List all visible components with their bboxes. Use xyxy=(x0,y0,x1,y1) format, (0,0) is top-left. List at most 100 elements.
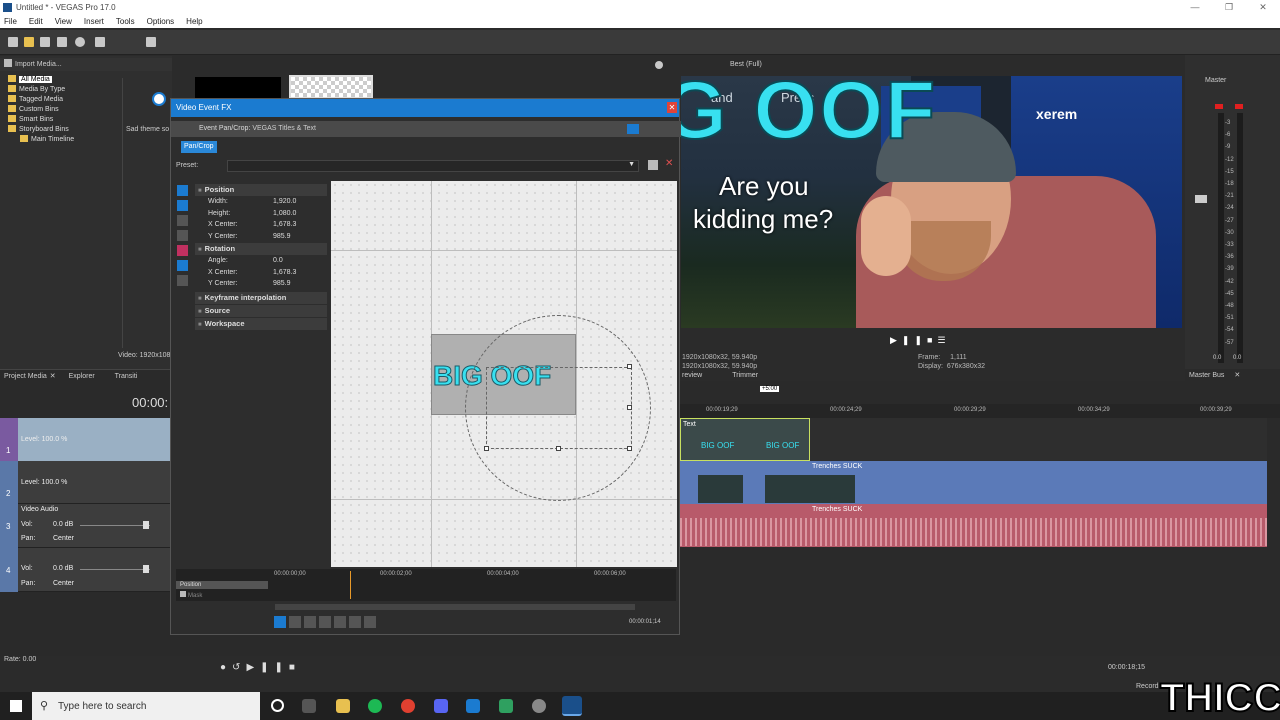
keyframe-cursor[interactable] xyxy=(350,571,351,599)
normal-edit-tool-icon[interactable] xyxy=(177,185,188,196)
close-icon[interactable]: ✕ xyxy=(50,373,56,380)
task-view-icon[interactable] xyxy=(302,699,316,713)
keyframe-scrollbar[interactable] xyxy=(275,604,635,610)
tree-item-storyboard-bins[interactable]: Storyboard Bins xyxy=(8,125,74,135)
tab-transitions[interactable]: Transiti xyxy=(115,373,138,380)
menu-file[interactable]: File xyxy=(4,15,17,28)
prop-value[interactable]: 1,080.0 xyxy=(273,208,296,220)
windows-start-icon[interactable] xyxy=(10,700,22,712)
track-header-1[interactable]: 1 Level: 100.0 % xyxy=(0,418,172,461)
track-lane-text[interactable]: Text BIG OOF BIG OOF xyxy=(680,418,1267,461)
save-preset-icon[interactable] xyxy=(648,160,658,170)
resize-handle[interactable] xyxy=(627,405,632,410)
settings-icon[interactable] xyxy=(75,37,85,47)
resize-handle[interactable] xyxy=(627,446,632,451)
prop-value[interactable]: 985.9 xyxy=(273,278,291,290)
text-clip[interactable]: Text BIG OOF BIG OOF xyxy=(680,418,810,461)
lane-position[interactable]: Position xyxy=(176,581,268,589)
track-lane-audio[interactable]: Trenches SUCK xyxy=(680,504,1267,547)
delete-preset-icon[interactable]: ✕ xyxy=(665,158,673,169)
section-rotation[interactable]: Rotation xyxy=(195,243,327,255)
loop-icon[interactable]: ↺ xyxy=(232,662,246,673)
section-source[interactable]: Source xyxy=(195,304,327,317)
preview-settings-icon[interactable] xyxy=(655,61,663,69)
fader-handle[interactable] xyxy=(1195,195,1207,203)
chain-toggle-icon[interactable] xyxy=(627,124,639,134)
snap-tool-icon[interactable] xyxy=(177,230,188,241)
restore-button[interactable]: ❐ xyxy=(1212,0,1246,15)
menu-insert[interactable]: Insert xyxy=(84,15,104,28)
menu-help[interactable]: Help xyxy=(186,15,202,28)
menu-options[interactable]: Options xyxy=(147,15,175,28)
chain-plugin[interactable]: VEGAS Titles & Text xyxy=(252,125,316,132)
record-icon[interactable]: ● xyxy=(220,662,232,673)
media-thumbnail[interactable] xyxy=(195,77,281,99)
tree-item-all-media[interactable]: All Media xyxy=(8,75,74,85)
pointer-tool-icon[interactable] xyxy=(177,200,188,211)
spotify-icon[interactable] xyxy=(368,699,382,713)
tree-item-media-by-type[interactable]: Media By Type xyxy=(8,85,74,95)
import-media-button[interactable]: Import Media... xyxy=(15,61,62,68)
tree-item-smart-bins[interactable]: Smart Bins xyxy=(8,115,74,125)
resize-handle[interactable] xyxy=(556,446,561,451)
master-bus-label[interactable]: Master Bus xyxy=(1189,372,1224,379)
stop-icon[interactable]: ■ xyxy=(927,335,937,345)
stop-icon[interactable]: ■ xyxy=(289,662,301,673)
pan-crop-chip[interactable]: Pan/Crop xyxy=(181,141,217,153)
chrome-icon[interactable] xyxy=(401,699,415,713)
prev-keyframe-icon[interactable] xyxy=(304,616,316,628)
preset-dropdown[interactable]: ▼ xyxy=(227,160,639,172)
prop-value[interactable]: 0.0 xyxy=(273,255,283,267)
bird-app-icon[interactable] xyxy=(466,699,480,713)
file-explorer-icon[interactable] xyxy=(336,699,350,713)
fx-close-button[interactable]: ✕ xyxy=(667,102,677,113)
section-keyframe-interpolation[interactable]: Keyframe interpolation xyxy=(195,291,327,304)
save-as-icon[interactable] xyxy=(57,37,67,47)
prop-value[interactable]: 1,920.0 xyxy=(273,196,296,208)
menu-icon[interactable]: ☰ xyxy=(937,335,950,345)
play-icon[interactable]: ▶ xyxy=(890,335,902,345)
render-icon[interactable] xyxy=(95,37,105,47)
tab-explorer[interactable]: Explorer xyxy=(69,373,95,380)
checkbox[interactable] xyxy=(180,591,186,597)
tab-video-preview[interactable]: review xyxy=(682,372,702,379)
volume-slider[interactable] xyxy=(80,569,150,570)
preview-frame[interactable]: xerem and Press G OOF Are you kidding me… xyxy=(681,76,1182,328)
prop-value[interactable]: 1,678.3 xyxy=(273,219,296,231)
xbox-app-icon[interactable] xyxy=(499,699,513,713)
zoom-tool-icon[interactable] xyxy=(177,215,188,226)
vegas-taskbar-icon[interactable] xyxy=(562,696,582,716)
tree-item-main-timeline[interactable]: Main Timeline xyxy=(8,135,74,145)
new-project-icon[interactable] xyxy=(8,37,18,47)
obs-icon[interactable] xyxy=(532,699,546,713)
resize-handle[interactable] xyxy=(627,364,632,369)
scale-about-center-icon[interactable] xyxy=(177,260,188,271)
save-icon[interactable] xyxy=(40,37,50,47)
media-thumbnail-selected[interactable] xyxy=(289,75,373,99)
first-keyframe-icon[interactable] xyxy=(289,616,301,628)
discord-icon[interactable] xyxy=(434,699,448,713)
crop-selection[interactable] xyxy=(486,367,632,449)
menu-edit[interactable]: Edit xyxy=(29,15,43,28)
menu-view[interactable]: View xyxy=(55,15,72,28)
move-free-icon[interactable] xyxy=(177,275,188,286)
tree-item-custom-bins[interactable]: Custom Bins xyxy=(8,105,74,115)
last-keyframe-icon[interactable] xyxy=(334,616,346,628)
volume-slider-handle[interactable] xyxy=(143,565,149,573)
cortana-icon[interactable] xyxy=(271,699,284,712)
fx-title-bar[interactable]: Video Event FX ✕ xyxy=(171,99,679,117)
minimize-button[interactable]: — xyxy=(1178,0,1212,15)
track-header-3[interactable]: 3 Video Audio Vol: 0.0 dB Pan: Center xyxy=(0,504,172,548)
time-marker[interactable]: +5:00 xyxy=(760,386,780,392)
section-position[interactable]: Position xyxy=(195,184,327,196)
undo-icon[interactable] xyxy=(146,37,156,47)
open-icon[interactable] xyxy=(24,37,34,47)
next-keyframe-icon[interactable] xyxy=(319,616,331,628)
pause-icon[interactable]: ❚❚ xyxy=(260,662,289,673)
prop-value[interactable]: 985.9 xyxy=(273,231,291,243)
tab-project-media[interactable]: Project Media xyxy=(4,373,47,380)
add-keyframe-icon[interactable] xyxy=(349,616,361,628)
track-lane-video[interactable]: Trenches SUCK xyxy=(680,461,1267,504)
close-button[interactable]: ✕ xyxy=(1246,0,1280,15)
tab-trimmer[interactable]: Trimmer xyxy=(732,372,758,379)
